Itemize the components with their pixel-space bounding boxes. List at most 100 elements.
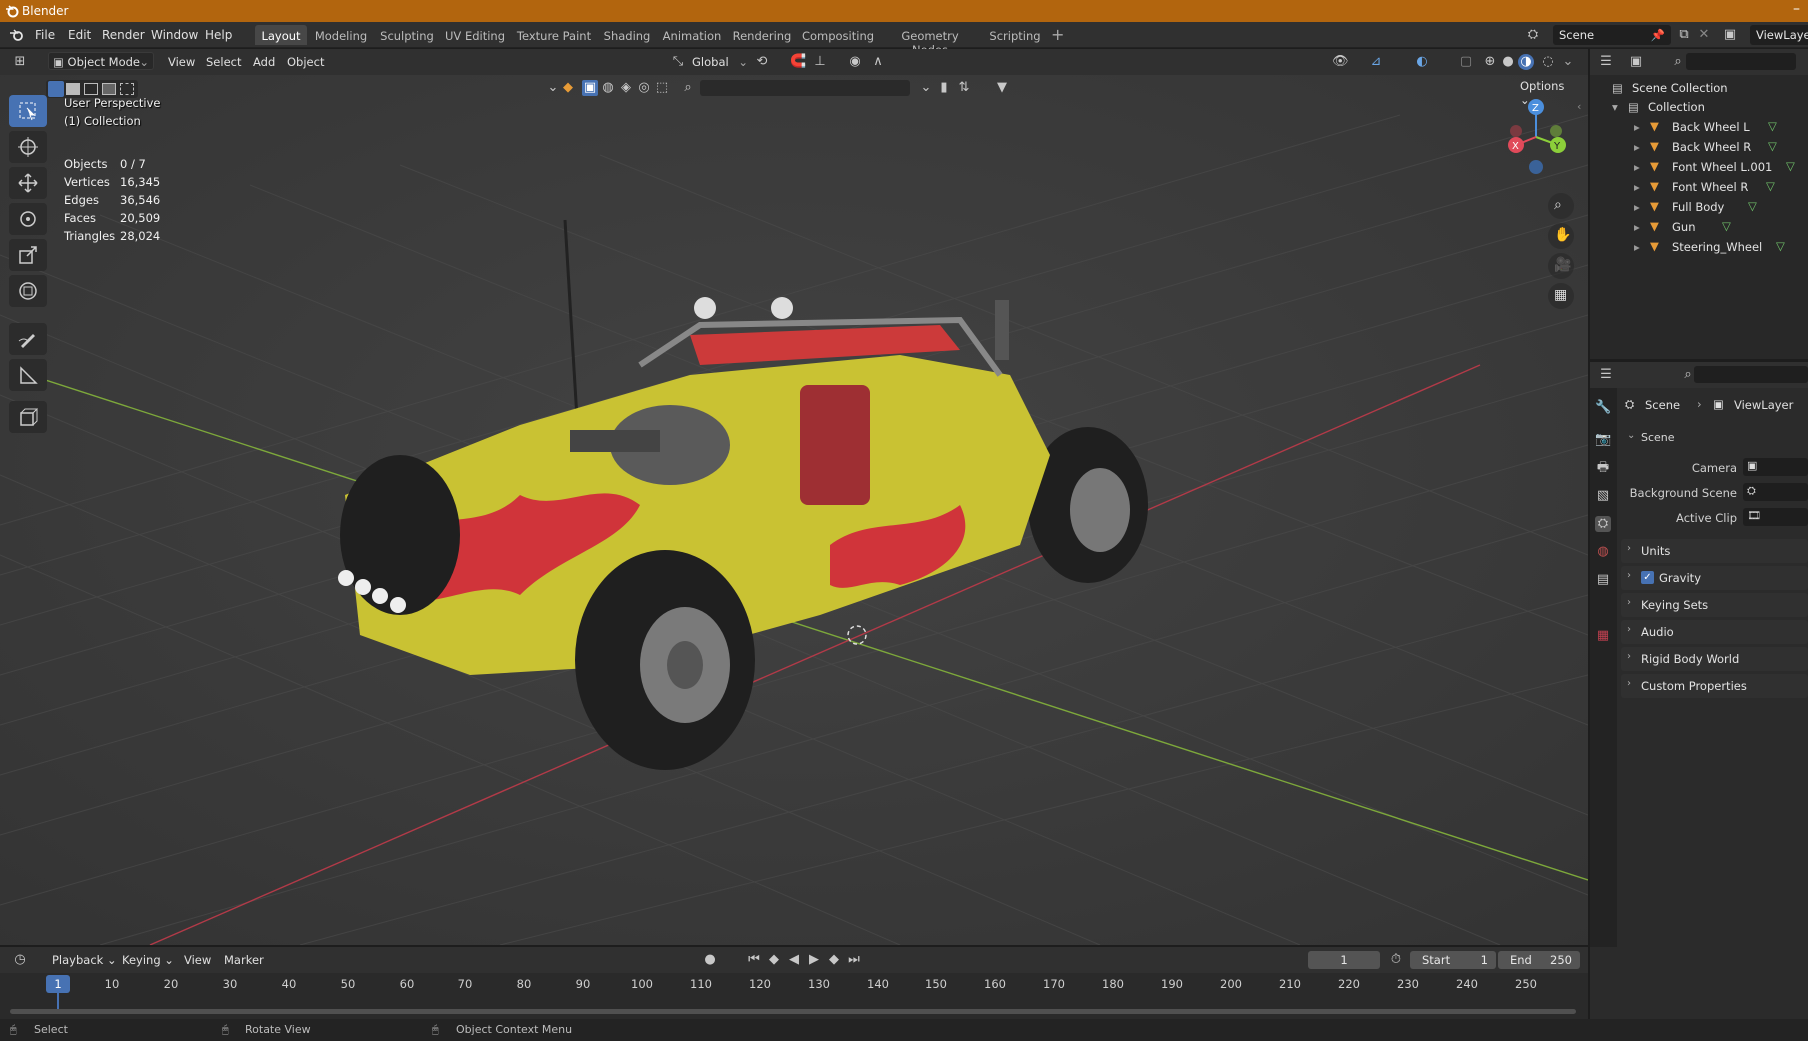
- panel-custom-properties[interactable]: › Custom Properties: [1621, 674, 1808, 698]
- timeline-menu-keying[interactable]: Keying ⌄: [118, 951, 178, 969]
- options-dropdown[interactable]: Options ⌄: [1516, 77, 1580, 107]
- pin-icon[interactable]: 📌: [1651, 28, 1665, 42]
- expand-arrow-icon[interactable]: ▾: [1612, 100, 1618, 114]
- menu-render[interactable]: Render: [102, 28, 145, 42]
- world-tab-icon[interactable]: ◍: [1595, 544, 1611, 560]
- tab-texture-paint[interactable]: Texture Paint: [515, 25, 593, 45]
- mode-dropdown[interactable]: ▣ Object Mode ⌄: [48, 52, 154, 70]
- camera-button[interactable]: 🎥: [1548, 253, 1574, 279]
- outliner-object-font-wheel-r[interactable]: ▸ ▼ Font Wheel R ▽: [1590, 177, 1808, 197]
- select-subtract-icon[interactable]: [84, 83, 98, 95]
- start-frame-field[interactable]: Start 1: [1410, 951, 1496, 969]
- gravity-checkbox[interactable]: ✓: [1641, 571, 1654, 584]
- tab-geometry-nodes[interactable]: Geometry Nodes: [884, 25, 976, 57]
- play-icon[interactable]: ▶: [806, 952, 822, 968]
- expand-arrow-icon[interactable]: ▸: [1634, 220, 1640, 234]
- tool-tab-icon[interactable]: 🔧: [1595, 400, 1611, 416]
- outliner-editor-type-icon[interactable]: ☰: [1598, 54, 1614, 70]
- outliner-object-steering-wheel[interactable]: ▸ ▼ Steering_Wheel ▽: [1590, 237, 1808, 257]
- end-frame-field[interactable]: End 250: [1498, 951, 1580, 969]
- tab-shading[interactable]: Shading: [600, 25, 654, 45]
- viewport-menu-object[interactable]: Object: [283, 53, 328, 71]
- sidebar-toggle-icon[interactable]: ‹: [1577, 100, 1581, 113]
- panel-units[interactable]: › Units: [1621, 539, 1808, 563]
- falloff-icon[interactable]: ∧: [870, 54, 886, 70]
- timeline-menu-marker[interactable]: Marker: [220, 951, 268, 969]
- gizmo-toggle-icon[interactable]: ⊿: [1368, 54, 1384, 70]
- texture-tab-icon[interactable]: ▦: [1595, 628, 1611, 644]
- render-tab-icon[interactable]: 📷: [1595, 432, 1611, 448]
- timeline-menu-playback[interactable]: Playback ⌄: [48, 951, 121, 969]
- outliner-object-font-wheel-l-001[interactable]: ▸ ▼ Font Wheel L.001 ▽: [1590, 157, 1808, 177]
- outliner-scene-collection[interactable]: ▤ Scene Collection: [1590, 78, 1808, 98]
- filter-icon[interactable]: ⌄: [918, 80, 934, 96]
- pan-button[interactable]: ✋: [1548, 223, 1574, 249]
- minimize-icon[interactable]: –: [1793, 1, 1800, 17]
- outliner-object-gun[interactable]: ▸ ▼ Gun ▽: [1590, 217, 1808, 237]
- blender-menu-icon[interactable]: [9, 28, 25, 42]
- global-view-icon[interactable]: ◍: [600, 80, 616, 96]
- search-icon[interactable]: ⌕: [680, 80, 696, 96]
- funnel-icon[interactable]: ▼: [994, 80, 1010, 96]
- panel-keying-sets[interactable]: › Keying Sets: [1621, 593, 1808, 617]
- tab-modeling[interactable]: Modeling: [311, 25, 371, 45]
- proportional-edit-icon[interactable]: ◉: [847, 54, 863, 70]
- camera-view-icon[interactable]: ◎: [636, 80, 652, 96]
- render-view-icon[interactable]: ⬚: [654, 80, 670, 96]
- snap-target-icon[interactable]: ⊥: [812, 54, 828, 70]
- active-clip-field[interactable]: 🎞: [1743, 508, 1808, 526]
- cursor-tool[interactable]: [9, 131, 47, 163]
- object-types-icon[interactable]: ◆: [560, 80, 576, 96]
- outliner-search-input[interactable]: [1686, 53, 1796, 70]
- 3d-viewport[interactable]: User Perspective (1) Collection Objects …: [0, 75, 1588, 945]
- tab-rendering[interactable]: Rendering: [731, 25, 793, 45]
- shading-rendered-icon[interactable]: ◌: [1540, 54, 1556, 70]
- transform-orientation-dropdown[interactable]: Global ⌄: [688, 53, 750, 71]
- tab-compositing[interactable]: Compositing: [801, 25, 875, 45]
- annotate-tool[interactable]: [9, 323, 47, 355]
- play-reverse-icon[interactable]: ◀: [786, 952, 802, 968]
- navigation-gizmo[interactable]: Z Y X: [1490, 95, 1570, 175]
- xray-icon[interactable]: ▢: [1458, 54, 1474, 70]
- select-intersect-icon[interactable]: [120, 83, 134, 95]
- scene-tab-icon[interactable]: ⛭: [1595, 516, 1611, 532]
- expand-arrow-icon[interactable]: ▸: [1634, 140, 1640, 154]
- rotate-tool[interactable]: [9, 203, 47, 235]
- zoom-button[interactable]: ⌕: [1548, 193, 1574, 219]
- jump-end-icon[interactable]: ⏭: [846, 952, 862, 968]
- editor-type-icon[interactable]: ⊞: [12, 54, 28, 70]
- jump-start-icon[interactable]: ⏮: [746, 952, 762, 968]
- pivot-point-icon[interactable]: ⟲: [754, 54, 770, 70]
- snap-icon[interactable]: 🧲: [790, 54, 806, 70]
- add-cube-tool[interactable]: [9, 401, 47, 433]
- tab-scripting[interactable]: Scripting: [985, 25, 1045, 45]
- playhead-frame-badge[interactable]: 1: [46, 975, 70, 993]
- tab-uv-editing[interactable]: UV Editing: [443, 25, 507, 45]
- scene-section-header[interactable]: ⌄ Scene: [1621, 426, 1808, 450]
- outliner-object-back-wheel-r[interactable]: ▸ ▼ Back Wheel R ▽: [1590, 137, 1808, 157]
- outliner-collection[interactable]: ▾ ▤ Collection: [1590, 97, 1808, 117]
- visibility-icon[interactable]: 👁: [1332, 54, 1349, 70]
- timeline-scrollbar[interactable]: [10, 1009, 1576, 1014]
- select-invert-icon[interactable]: [102, 83, 116, 95]
- expand-arrow-icon[interactable]: ▸: [1634, 240, 1640, 254]
- shading-material-icon[interactable]: ◑: [1518, 54, 1534, 70]
- viewport-search-input[interactable]: [700, 80, 910, 96]
- display-mode-icon[interactable]: ▣: [1628, 54, 1644, 70]
- output-tab-icon[interactable]: 🖶: [1595, 460, 1611, 476]
- outliner-search-icon[interactable]: ⌕: [1670, 54, 1686, 70]
- properties-search-input[interactable]: [1694, 366, 1808, 383]
- expand-arrow-icon[interactable]: ▸: [1634, 180, 1640, 194]
- sort-icon[interactable]: ⇅: [956, 80, 972, 96]
- add-workspace-icon[interactable]: +: [1051, 25, 1064, 44]
- delete-scene-icon[interactable]: ✕: [1696, 27, 1712, 43]
- view-layer-icon[interactable]: ▣: [1722, 27, 1738, 43]
- select-box-tool[interactable]: [9, 95, 47, 127]
- select-new-icon[interactable]: [48, 81, 64, 97]
- tab-animation[interactable]: Animation: [661, 25, 723, 45]
- move-tool[interactable]: [9, 167, 47, 199]
- background-scene-field[interactable]: ⛭: [1743, 483, 1808, 501]
- menu-window[interactable]: Window: [151, 28, 198, 42]
- outliner-object-full-body[interactable]: ▸ ▼ Full Body ▽: [1590, 197, 1808, 217]
- panel-gravity[interactable]: › ✓ Gravity: [1621, 566, 1808, 590]
